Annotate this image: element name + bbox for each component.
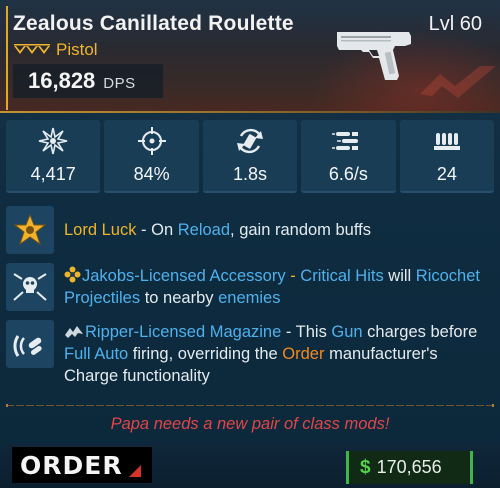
reload-time-icon	[237, 128, 264, 154]
perk-mid2: firing, overriding the	[128, 345, 283, 363]
dps-box: 16,828 DPS	[13, 64, 163, 98]
manufacturer-accent-icon	[128, 465, 141, 477]
price-edge	[470, 451, 473, 484]
item-name: Zealous Canillated Roulette	[13, 12, 294, 35]
stat-damage: 4,417	[6, 120, 101, 193]
stat-magazine: 24	[399, 120, 495, 193]
fire-rate-icon	[332, 132, 359, 150]
perk-sep: -	[285, 267, 301, 285]
item-type: Pistol	[56, 40, 98, 59]
flavor-divider	[6, 404, 494, 407]
dps-value: 16,828	[28, 68, 96, 93]
manufacturer-name: ORDER	[20, 450, 123, 480]
perk-ripper-magazine: Ripper-Licensed Magazine - This Gun char…	[6, 320, 494, 390]
keyword-critical-hits: Critical Hits	[300, 267, 384, 285]
magazine-size-icon	[433, 133, 460, 150]
stat-accuracy-value: 84%	[133, 164, 170, 184]
keyword-reload: Reload	[177, 221, 231, 239]
star-badge-icon	[13, 213, 47, 246]
stat-reload-value: 1.8s	[233, 164, 268, 184]
manufacturer-logo: ORDER	[12, 447, 152, 483]
accuracy-crosshair-icon	[137, 127, 166, 155]
perk-mid1: charges before	[362, 323, 478, 341]
header-watermark-icon	[420, 66, 496, 98]
item-level: Lvl 60	[428, 13, 482, 35]
stat-reload: 1.8s	[202, 120, 298, 193]
keyword-enemies: enemies	[218, 289, 281, 307]
stat-firerate: 6.6/s	[301, 120, 396, 193]
charge-magazine-icon	[13, 335, 42, 357]
keyword-order: Order	[282, 345, 325, 363]
pistol-icon	[337, 32, 411, 80]
item-header: Zealous Canillated Roulette Lvl 60 Pisto…	[0, 0, 500, 113]
perk-sep: - This	[281, 323, 332, 341]
price-amount: 170,656	[376, 457, 442, 477]
stats-row: 4,417 84% 1.8s 6.6/s 24	[6, 120, 495, 193]
perk-icon-box	[6, 320, 54, 368]
keyword-full-auto: Full Auto	[64, 345, 129, 363]
currency-icon: $	[360, 456, 371, 478]
stat-magazine-value: 24	[436, 164, 457, 184]
stat-damage-value: 4,417	[30, 164, 76, 184]
perk-text: Jakobs-Licensed Accessory - Critical Hit…	[64, 265, 490, 309]
perk-title: Lord Luck	[64, 221, 137, 239]
header-divider	[0, 111, 500, 113]
perk-title: Jakobs-Licensed Accessory	[82, 267, 286, 285]
perk-sep: - On	[136, 221, 178, 239]
stat-firerate-value: 6.6/s	[328, 164, 368, 184]
damage-burst-icon	[39, 127, 68, 155]
keyword-gun: Gun	[331, 323, 363, 341]
stat-accuracy: 84%	[104, 120, 199, 193]
perk-text: Lord Luck - On Reload, gain random buffs	[64, 219, 490, 241]
flavor-text: Papa needs a new pair of class mods!	[110, 415, 390, 433]
jakobs-flower-icon	[64, 266, 81, 283]
perk-mid2: to nearby	[140, 289, 219, 307]
item-type-row: Pistol	[14, 40, 98, 60]
ripper-logo-icon	[65, 326, 83, 338]
item-card: Zealous Canillated Roulette Lvl 60 Pisto…	[0, 0, 500, 488]
skull-arrows-icon	[13, 273, 47, 301]
perk-icon-box	[6, 206, 54, 254]
perk-rest: , gain random buffs	[230, 221, 371, 239]
perk-title: Ripper-Licensed Magazine	[85, 323, 282, 341]
perk-jakobs-accessory: Jakobs-Licensed Accessory - Critical Hit…	[6, 263, 494, 311]
perk-lord-luck: Lord Luck - On Reload, gain random buffs	[6, 206, 494, 254]
perk-mid1: will	[383, 267, 416, 285]
perk-text: Ripper-Licensed Magazine - This Gun char…	[64, 321, 490, 387]
price-box: $ 170,656	[346, 451, 470, 484]
rarity-chevrons-icon	[14, 44, 50, 54]
dps-unit: DPS	[103, 75, 136, 92]
perk-icon-box	[6, 263, 54, 311]
